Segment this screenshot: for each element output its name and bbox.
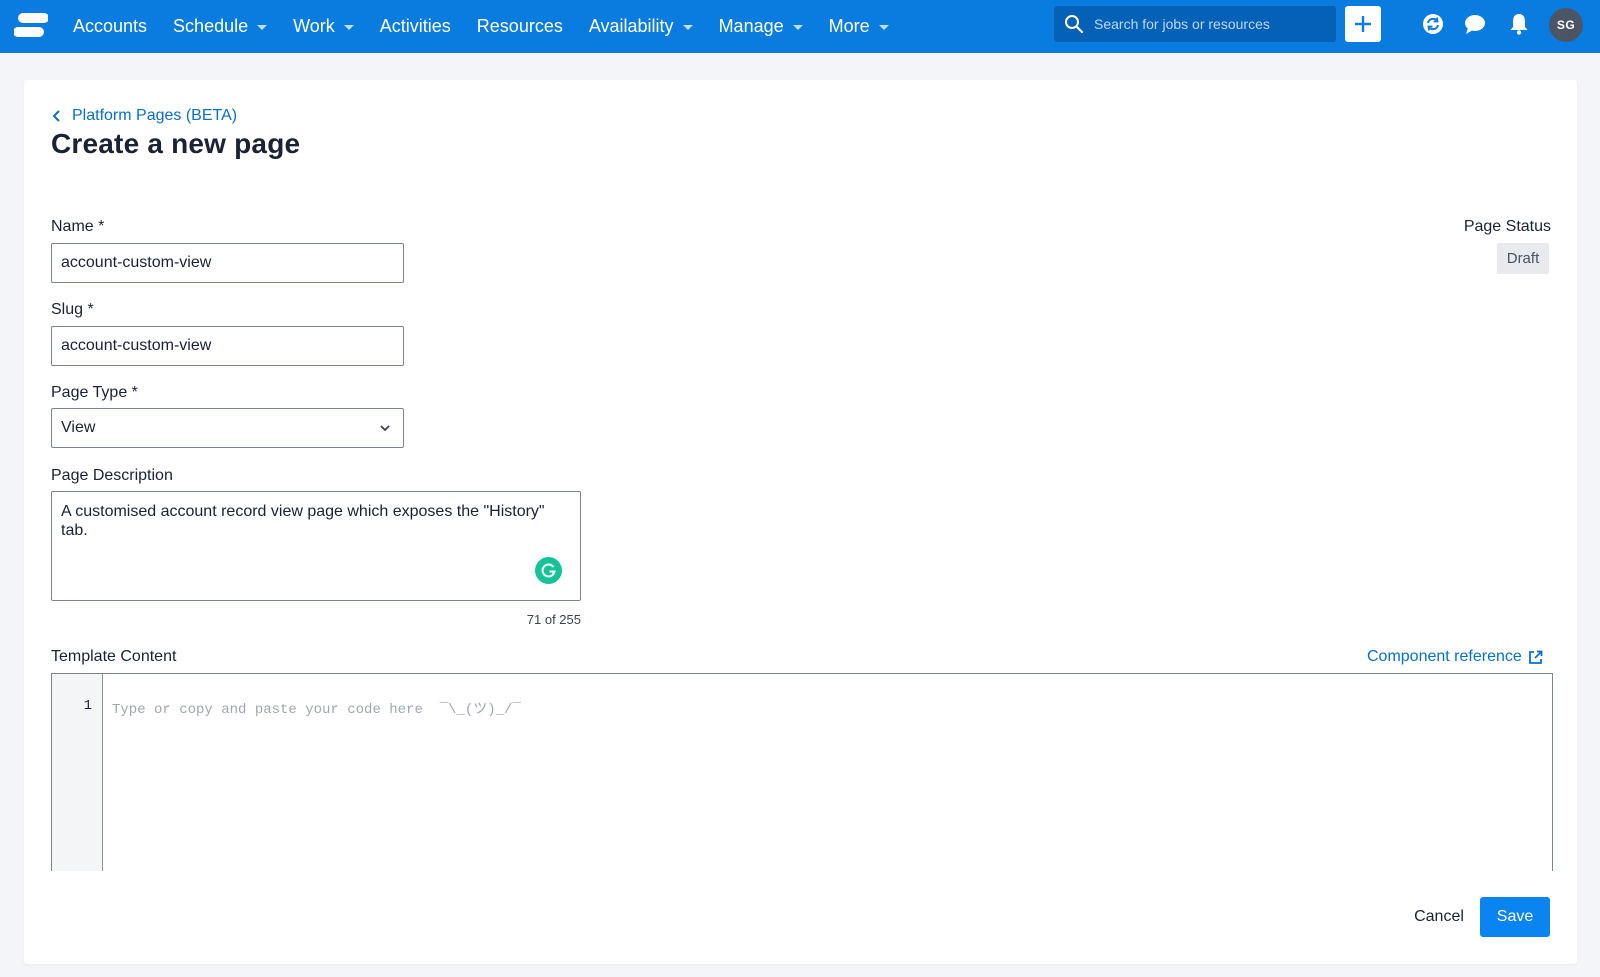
description-label: Page Description [51,467,173,484]
template-content-label: Template Content [51,648,177,665]
nav-label: Resources [476,16,563,36]
nav-label: Availability [588,16,674,36]
nav-item-accounts[interactable]: Accounts [60,0,160,53]
nav-item-schedule[interactable]: Schedule [160,0,280,53]
nav-label: Schedule [173,16,249,36]
top-navigation-bar: Accounts Schedule Work Activities Resour… [0,0,1600,53]
component-reference-link[interactable]: Component reference [1367,648,1543,666]
save-button[interactable]: Save [1480,897,1550,937]
plus-icon [1355,16,1371,32]
main-nav: Accounts Schedule Work Activities Resour… [60,0,902,53]
nav-label: Accounts [73,16,148,36]
description-textarea[interactable]: A customised account record view page wh… [51,491,581,601]
page-type-value: View [61,419,96,436]
component-reference-label: Component reference [1367,648,1522,665]
nav-item-manage[interactable]: Manage [706,0,816,53]
search-box [1054,6,1336,42]
caret-down-icon [343,25,354,30]
nav-item-activities[interactable]: Activities [367,0,464,53]
page-type-select[interactable]: View [51,408,404,448]
slug-field[interactable] [51,326,404,366]
grammarly-icon [541,563,556,578]
nav-label: Manage [718,16,784,36]
nav-label: More [828,16,870,36]
nav-item-availability[interactable]: Availability [576,0,706,53]
page-title: Create a new page [51,128,301,159]
editor-gutter: 1 [52,674,103,871]
chevron-left-icon [52,110,60,122]
search-icon [1065,15,1084,34]
nav-label: Activities [379,16,451,36]
name-label: Name * [51,218,105,235]
line-number: 1 [83,698,92,714]
nav-item-more[interactable]: More [816,0,902,53]
avatar-initials: SG [1556,18,1576,32]
nav-label: Work [293,16,335,36]
code-editor[interactable]: 1 Type or copy and paste your code here … [51,673,1553,871]
caret-down-icon [257,25,268,30]
sync-icon [1423,14,1443,34]
nav-item-work[interactable]: Work [280,0,367,53]
user-avatar[interactable]: SG [1549,8,1583,42]
breadcrumb-back-link[interactable]: Platform Pages (BETA) [52,107,237,125]
chat-button[interactable] [1463,12,1487,36]
breadcrumb-label: Platform Pages (BETA) [72,107,238,124]
bell-icon [1510,14,1528,35]
caret-down-icon [878,25,889,30]
external-link-icon [1528,650,1543,664]
cancel-button[interactable]: Cancel [1401,897,1477,937]
status-badge: Draft [1497,243,1549,274]
caret-down-icon [792,25,803,30]
page-status-label: Page Status [1463,218,1551,235]
sync-button[interactable] [1421,12,1445,36]
character-counter: 71 of 255 [526,612,581,627]
chat-icon [1465,15,1485,34]
add-button[interactable] [1345,6,1381,42]
description-text: A customised account record view page wh… [61,503,545,539]
code-placeholder: Type or copy and paste your code here ¯\… [112,702,521,718]
caret-down-icon [682,25,693,30]
page-type-label: Page Type * [51,384,138,401]
nav-item-resources[interactable]: Resources [464,0,576,53]
logo-icon[interactable] [14,12,48,38]
chevron-down-icon [380,425,390,432]
search-input[interactable] [1094,6,1329,42]
notifications-button[interactable] [1507,12,1531,36]
name-field[interactable] [51,243,404,283]
grammarly-button[interactable] [535,557,562,584]
slug-label: Slug * [51,301,94,318]
